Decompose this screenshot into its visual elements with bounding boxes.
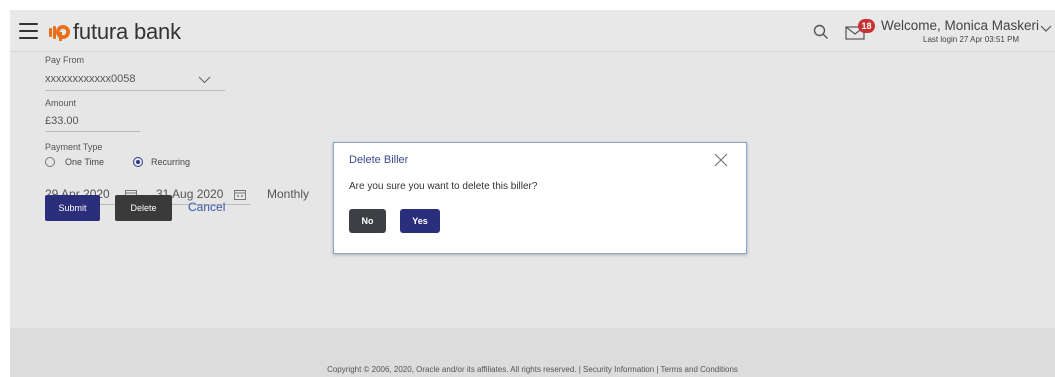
calendar-icon[interactable] bbox=[234, 189, 246, 200]
pay-from-underline bbox=[45, 90, 225, 91]
radio-one-time[interactable] bbox=[45, 157, 55, 167]
cancel-link[interactable]: Cancel bbox=[188, 200, 225, 214]
chevron-down-icon[interactable] bbox=[198, 76, 211, 84]
pay-from-label: Pay From bbox=[45, 55, 85, 65]
amount-label: Amount bbox=[45, 98, 77, 108]
frequency-value[interactable]: Monthly bbox=[267, 187, 309, 201]
top-header: futura bank 18 Welcome, Monica Maskeri L… bbox=[10, 10, 1055, 52]
payment-type-label: Payment Type bbox=[45, 142, 103, 152]
delete-button[interactable]: Delete bbox=[115, 195, 172, 221]
amount-input[interactable]: £33.00 bbox=[45, 115, 79, 127]
delete-biller-modal: Delete Biller Are you sure you want to d… bbox=[333, 142, 747, 254]
radio-recurring-label: Recurring bbox=[151, 157, 191, 167]
search-icon[interactable] bbox=[813, 24, 829, 40]
radio-recurring[interactable] bbox=[133, 157, 143, 167]
bank-logo-text[interactable]: futura bank bbox=[73, 19, 181, 45]
copyright-text: Copyright © 2006, 2020, Oracle and/or it… bbox=[327, 365, 738, 374]
modal-title: Delete Biller bbox=[349, 154, 409, 166]
welcome-user-text[interactable]: Welcome, Monica Maskeri bbox=[881, 18, 1039, 33]
submit-button[interactable]: Submit bbox=[45, 195, 100, 221]
close-icon[interactable] bbox=[714, 153, 728, 167]
amount-underline bbox=[45, 131, 140, 132]
notification-count-badge: 18 bbox=[858, 19, 875, 33]
hamburger-menu-icon[interactable] bbox=[19, 23, 38, 39]
no-button[interactable]: No bbox=[349, 209, 386, 233]
modal-message: Are you sure you want to delete this bil… bbox=[349, 181, 538, 192]
last-login-text: Last login 27 Apr 03:51 PM bbox=[923, 35, 1020, 44]
chevron-down-icon[interactable] bbox=[1040, 25, 1052, 33]
radio-one-time-label: One Time bbox=[65, 157, 105, 167]
pay-from-select-value[interactable]: xxxxxxxxxxxx0058 bbox=[45, 73, 135, 85]
futura-logo-icon bbox=[49, 25, 70, 41]
yes-button[interactable]: Yes bbox=[400, 209, 440, 233]
